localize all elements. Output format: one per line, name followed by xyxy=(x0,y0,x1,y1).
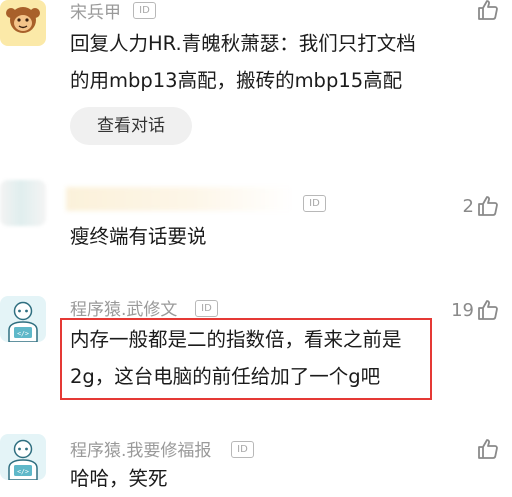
comment-text-line: 的用mbp13高配，搬砖的mbp15高配 xyxy=(70,69,403,92)
comment-text: 哈哈，笑死 xyxy=(70,460,168,497)
view-conversation-button[interactable]: 查看对话 xyxy=(70,107,192,145)
comment-text-line: 瘦终端有话要说 xyxy=(70,225,207,248)
like-button[interactable] xyxy=(474,437,500,461)
thumbs-up-icon xyxy=(478,196,498,216)
comment-username[interactable]: 程序猿.我要修福报 xyxy=(70,436,211,461)
comment-text: 瘦终端有话要说 xyxy=(70,218,207,255)
like-button[interactable]: 2 xyxy=(463,194,500,218)
coder-avatar-icon[interactable]: </> xyxy=(0,434,46,480)
comment-username[interactable]: 程序猿.武修文 xyxy=(70,295,177,320)
coder-avatar-icon[interactable]: </> xyxy=(0,296,46,342)
like-count: 2 xyxy=(462,195,474,217)
id-badge: ID xyxy=(195,300,218,317)
highlight-box xyxy=(60,318,432,400)
username-blurred xyxy=(66,187,294,211)
id-badge: ID xyxy=(231,441,254,458)
thumbs-up-icon xyxy=(478,300,498,320)
like-button[interactable]: 19 xyxy=(451,298,500,322)
svg-text:</>: </> xyxy=(17,330,29,338)
avatar[interactable] xyxy=(0,180,46,226)
comment-username[interactable]: 宋兵甲 xyxy=(70,0,121,23)
id-badge: ID xyxy=(133,2,156,19)
comment-text: 回复人力HR.青魄秋萧瑟：我们只打文档 的用mbp13高配，搬砖的mbp15高配 xyxy=(70,25,416,99)
comment-text-line: 哈哈，笑死 xyxy=(70,467,168,490)
comment-text-line: 回复人力HR.青魄秋萧瑟：我们只打文档 xyxy=(70,32,416,55)
monkey-avatar-icon[interactable] xyxy=(0,0,46,46)
thumbs-up-icon xyxy=(478,439,498,459)
svg-text:</>: </> xyxy=(17,468,29,476)
like-count: 19 xyxy=(451,299,474,321)
thumbs-up-icon xyxy=(478,0,498,20)
id-badge: ID xyxy=(303,195,326,212)
like-button[interactable] xyxy=(474,0,500,22)
